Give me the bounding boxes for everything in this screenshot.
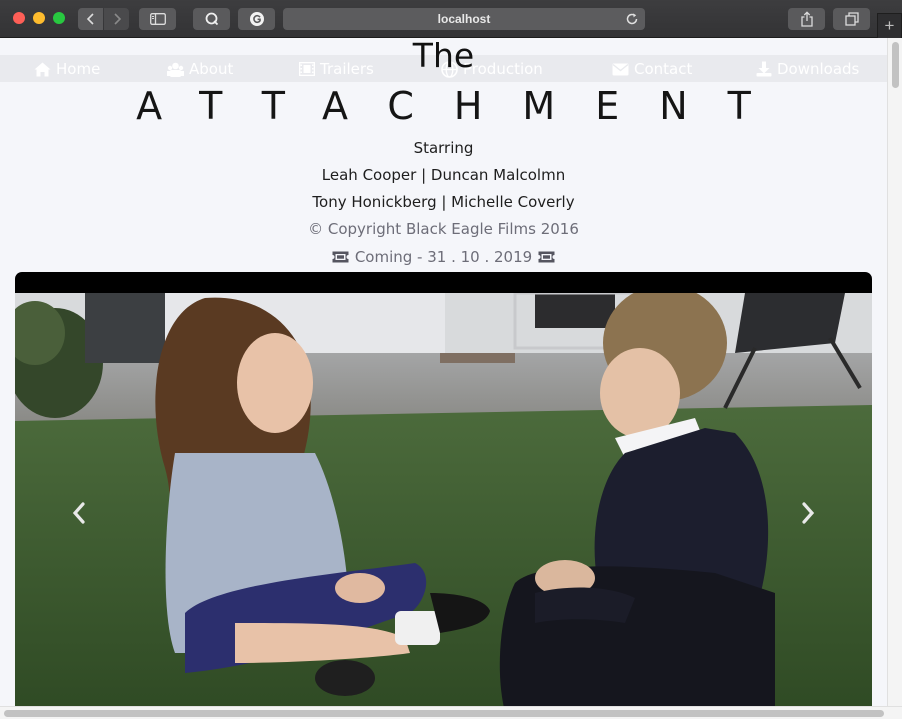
film-still-image bbox=[15, 293, 872, 706]
vertical-scrollbar[interactable] bbox=[887, 38, 902, 706]
copyright-text: © Copyright Black Eagle Films 2016 bbox=[308, 220, 579, 238]
page-viewport: Home About Trailers Production Contact D… bbox=[0, 38, 887, 706]
extension-q-button[interactable] bbox=[193, 8, 230, 30]
vertical-scroll-thumb[interactable] bbox=[892, 42, 899, 88]
starring-label: Starring bbox=[413, 139, 474, 157]
sidebar-icon bbox=[149, 13, 166, 25]
zoom-window-button[interactable] bbox=[53, 12, 65, 24]
address-text: localhost bbox=[437, 12, 491, 26]
horizontal-scrollbar[interactable] bbox=[0, 706, 902, 719]
carousel-prev-button[interactable] bbox=[69, 498, 89, 528]
chevron-right-icon bbox=[802, 502, 815, 524]
carousel-next-button[interactable] bbox=[798, 498, 818, 528]
tabs-icon bbox=[844, 12, 859, 26]
cast-line-1: Leah Cooper | Duncan Malcolmn bbox=[321, 166, 566, 184]
extension-g-button[interactable] bbox=[238, 8, 275, 30]
share-button[interactable] bbox=[788, 8, 825, 30]
history-nav-group bbox=[78, 8, 129, 30]
new-tab-button[interactable]: + bbox=[877, 13, 902, 38]
image-carousel bbox=[15, 272, 872, 706]
forward-button[interactable] bbox=[104, 8, 129, 30]
sidebar-button[interactable] bbox=[139, 8, 176, 30]
ticket-icon bbox=[538, 251, 555, 263]
cast-line-2: Tony Honickberg | Michelle Coverly bbox=[312, 193, 575, 211]
browser-toolbar: localhost + bbox=[0, 0, 902, 38]
close-window-button[interactable] bbox=[13, 12, 25, 24]
q-extension-icon bbox=[205, 12, 218, 26]
reload-icon[interactable] bbox=[625, 12, 639, 26]
ticket-icon bbox=[332, 251, 349, 263]
chevron-right-icon bbox=[113, 13, 121, 25]
chevron-left-icon bbox=[72, 502, 85, 524]
horizontal-scroll-thumb[interactable] bbox=[4, 710, 884, 717]
page-title: ATTACHMENT bbox=[136, 84, 791, 128]
release-date: Coming - 31 . 10 . 2019 bbox=[0, 248, 887, 266]
title-small: The bbox=[412, 38, 475, 75]
chevron-left-icon bbox=[86, 13, 94, 25]
tabs-overview-button[interactable] bbox=[833, 8, 870, 30]
grammarly-icon bbox=[249, 12, 264, 26]
share-icon bbox=[800, 11, 813, 27]
plus-icon: + bbox=[884, 16, 895, 35]
back-button[interactable] bbox=[78, 8, 103, 30]
minimize-window-button[interactable] bbox=[33, 12, 45, 24]
release-date-text: Coming - 31 . 10 . 2019 bbox=[354, 248, 533, 266]
address-bar[interactable]: localhost bbox=[283, 8, 645, 30]
